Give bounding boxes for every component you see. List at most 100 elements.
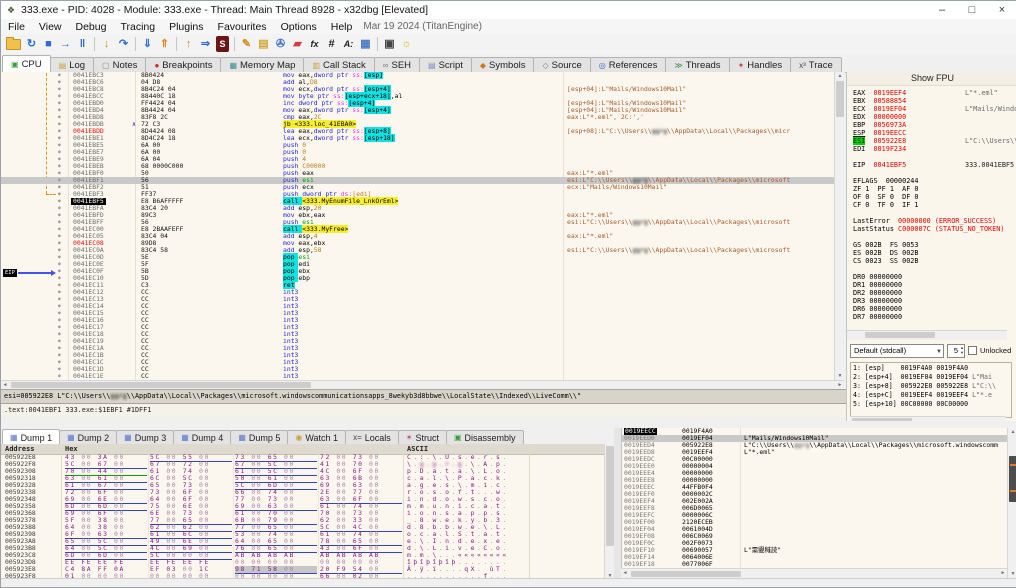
disasm-row[interactable]: ●0041EBE96A 04push 4: [1, 156, 834, 163]
eraser-button[interactable]: ▰: [289, 36, 306, 52]
monitor-button[interactable]: ▣: [381, 36, 398, 52]
dump-panel[interactable]: Address Hex ASCII 005922E843 00 3A 005C …: [1, 444, 604, 580]
tab-symbols[interactable]: ◆Symbols: [471, 57, 535, 72]
tab-source[interactable]: ◇Source: [533, 57, 590, 72]
disasm-row[interactable]: ●0041EBF5E8 B6AFFFFFcall <333.MyEnumFile…: [1, 198, 834, 205]
tab-notes[interactable]: ▢Notes: [93, 57, 146, 72]
open-file-button[interactable]: [6, 39, 21, 50]
disasm-row[interactable]: ●0041EC12CCint3: [1, 289, 834, 296]
disasm-row[interactable]: ●0041EBC604 D8add al,D8: [1, 79, 834, 86]
register-line[interactable]: DR1 00000000: [853, 281, 1016, 289]
tab-watch-1[interactable]: ◉Watch 1: [287, 430, 346, 444]
breakpoint-dot[interactable]: ●: [58, 282, 61, 289]
register-line[interactable]: EAX 0019EEF4L"*.eml": [853, 89, 1016, 97]
tab-dump-5[interactable]: ▦Dump 5: [230, 430, 288, 444]
close-debuggee-button[interactable]: ■: [40, 36, 57, 52]
argument-line[interactable]: 5: [esp+10] 00C00000 00C00000: [853, 400, 1009, 409]
disasm-row[interactable]: ●0041EC1DCCint3: [1, 366, 834, 373]
breakpoint-dot[interactable]: ●: [58, 233, 61, 240]
menu-item-help[interactable]: Help: [324, 21, 360, 33]
breakpoint-dot[interactable]: ●: [58, 219, 61, 226]
tab-trace[interactable]: x³Trace: [790, 57, 842, 72]
disasm-row[interactable]: ●0041EBDD8D4424 08lea eax,dword ptr ss:[…: [1, 128, 834, 135]
tab-memory-map[interactable]: ▦Memory Map: [220, 57, 304, 72]
attach-button[interactable]: ✇: [272, 36, 289, 52]
disasm-row[interactable]: ●0041EBE18D4C24 18lea ecx,dword ptr ss:[…: [1, 135, 834, 142]
stack-row[interactable]: 0019EEF8006D0065: [622, 505, 1008, 512]
run-button[interactable]: →: [57, 36, 74, 52]
stack-row[interactable]: 0019EF0C002F0073: [622, 540, 1008, 547]
disasm-row[interactable]: ●0041EC14CCint3: [1, 303, 834, 310]
stack-row[interactable]: 0019EEDC00C00000: [622, 456, 1008, 463]
breakpoint-dot[interactable]: ●: [58, 345, 61, 352]
stack-vertical-scrollbar[interactable]: ▲ ▼: [1007, 428, 1016, 578]
arguments-horizontal-scrollbar[interactable]: [850, 416, 1006, 421]
register-line[interactable]: [853, 265, 1016, 273]
breakpoint-dot[interactable]: ●: [58, 170, 61, 177]
disasm-row[interactable]: ●0041EBE56A 00push 0: [1, 142, 834, 149]
stack-row[interactable]: 0019EF08006C0069: [622, 533, 1008, 540]
scrollbar-thumb[interactable]: [852, 418, 912, 421]
comments-button[interactable]: ▤: [255, 36, 272, 52]
unlocked-checkbox[interactable]: [968, 346, 977, 355]
breakpoint-dot[interactable]: ●: [58, 373, 61, 380]
breakpoint-dot[interactable]: ●: [58, 135, 61, 142]
memory-button[interactable]: ▦: [357, 36, 374, 52]
register-line[interactable]: ECX 0019EF04L"Mails/Windows10Mail": [853, 105, 1016, 113]
argument-line[interactable]: 3: [esp+8] 005922E8 005922E8 L"C:\\: [853, 382, 1009, 391]
scrollbar-thumb[interactable]: [631, 571, 741, 577]
disasm-row[interactable]: ●0041EBD48B4424 04mov eax,dword ptr ss:[…: [1, 107, 834, 114]
panel-splitter[interactable]: [614, 428, 621, 578]
disasm-row[interactable]: ●0041EC16CCint3: [1, 317, 834, 324]
step-over-button[interactable]: ↷: [115, 36, 132, 52]
register-line[interactable]: [853, 209, 1016, 217]
pause-button[interactable]: ‖: [74, 36, 91, 52]
scrollbar-thumb[interactable]: [606, 446, 614, 546]
disasm-row[interactable]: ●0041EC0F5Bpop ebx: [1, 268, 834, 275]
tab-locals[interactable]: x=Locals: [345, 430, 399, 444]
breakpoint-dot[interactable]: ●: [58, 114, 61, 121]
tab-threads[interactable]: ≫Threads: [665, 57, 729, 72]
tab-dump-4[interactable]: ▦Dump 4: [173, 430, 231, 444]
disasm-row[interactable]: ●0041EC18CCint3: [1, 331, 834, 338]
calling-convention-select[interactable]: Default (stdcall) ▼: [850, 344, 944, 358]
restart-button[interactable]: ↻: [23, 36, 40, 52]
execute-till-return-button[interactable]: ⇒: [197, 36, 214, 52]
menu-item-view[interactable]: View: [32, 21, 69, 33]
disassembly-panel[interactable]: EIP ●0041EBC38B0424mov eax,dword ptr ss:…: [1, 72, 834, 380]
register-line[interactable]: ES 002B DS 002B: [853, 249, 1016, 257]
breakpoint-dot[interactable]: ●: [58, 317, 61, 324]
breakpoint-dot[interactable]: ●: [58, 331, 61, 338]
breakpoint-dot[interactable]: ●: [58, 261, 61, 268]
breakpoint-dot[interactable]: ●: [58, 310, 61, 317]
menu-item-file[interactable]: File: [1, 21, 32, 33]
tab-cpu[interactable]: ▣CPU: [2, 55, 51, 73]
breakpoint-dot[interactable]: ●: [58, 72, 61, 79]
scrollbar-thumb[interactable]: [865, 332, 935, 338]
run-until-return-button[interactable]: ⇑: [156, 36, 173, 52]
arguments-view[interactable]: 1: [esp] 0019F4A0 0019F4A02: [esp+4] 001…: [850, 362, 1012, 418]
register-line[interactable]: LastError 00000000 (ERROR_SUCCESS): [853, 217, 1016, 225]
lightbulb-button[interactable]: ☼: [398, 36, 415, 52]
breakpoint-dot[interactable]: ●: [58, 226, 61, 233]
disasm-row[interactable]: ●0041EBFA83C4 20add esp,20: [1, 205, 834, 212]
tab-dump-2[interactable]: ▦Dump 2: [59, 430, 117, 444]
stack-row[interactable]: 0019EF140064006E: [622, 554, 1008, 561]
disasm-row[interactable]: ●0041EBC88B4C24 04mov ecx,dword ptr ss:[…: [1, 86, 834, 93]
register-line[interactable]: CS 0023 SS 002B: [853, 257, 1016, 265]
breakpoint-dot[interactable]: ●: [58, 296, 61, 303]
breakpoint-dot[interactable]: ●: [58, 352, 61, 359]
disasm-row[interactable]: ●0041EC13CCint3: [1, 296, 834, 303]
register-line[interactable]: EDI 0019F234: [853, 145, 1016, 153]
disasm-row[interactable]: ●0041EBF156push esiesi:L"C:\\Users\\ggrg…: [1, 177, 834, 184]
disasm-row[interactable]: ●0041EC0A83C4 58add esp,58esi:L"C:\\User…: [1, 247, 834, 254]
register-line[interactable]: ZF 1 PF 1 AF 0: [853, 185, 1016, 193]
tab-call-stack[interactable]: ▥Call Stack: [303, 57, 374, 72]
stack-row[interactable]: 0019EEF00000002C: [622, 491, 1008, 498]
breakpoint-dot[interactable]: ●: [58, 142, 61, 149]
disasm-row[interactable]: ●0041EC17CCint3: [1, 324, 834, 331]
log-window-button[interactable]: S: [216, 36, 229, 52]
tab-script[interactable]: ▤Script: [419, 57, 472, 72]
tab-disassembly[interactable]: ▣Disassembly: [446, 430, 524, 444]
breakpoint-dot[interactable]: ●: [58, 205, 61, 212]
